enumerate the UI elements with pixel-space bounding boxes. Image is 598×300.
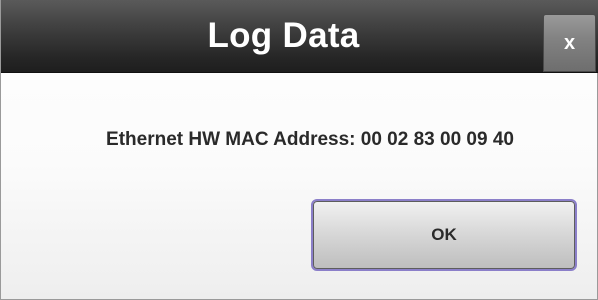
dialog-titlebar: Log Data x: [1, 0, 598, 73]
mac-address-message: Ethernet HW MAC Address: 00 02 83 00 09 …: [106, 129, 514, 150]
close-button[interactable]: x: [543, 14, 596, 72]
ok-button[interactable]: OK: [311, 199, 577, 271]
log-data-dialog: Log Data x Ethernet HW MAC Address: 00 0…: [0, 0, 598, 300]
dialog-title: Log Data: [207, 16, 360, 55]
